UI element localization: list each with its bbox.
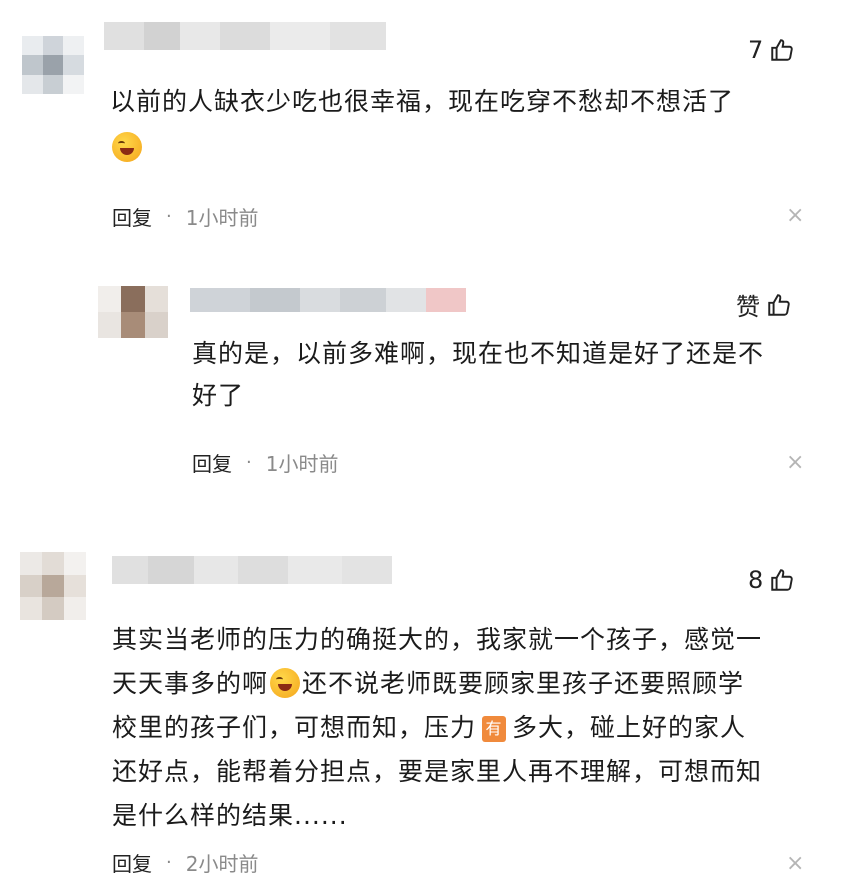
username-blurred[interactable]: [112, 556, 392, 584]
emoji-badge: 有: [482, 716, 507, 742]
like-count-value: 8: [748, 566, 764, 594]
close-icon[interactable]: ×: [786, 203, 804, 228]
reply-text: 真的是，以前多难啊，现在也不知道是好了还是不 好了: [192, 339, 765, 410]
reply-button[interactable]: 回复: [192, 448, 232, 477]
reply-username-blurred[interactable]: [190, 288, 466, 312]
username-blurred[interactable]: [104, 22, 386, 50]
like-label: 赞: [736, 293, 760, 321]
avatar[interactable]: [22, 36, 84, 94]
comment-text: 以前的人缺衣少吃也很幸福，现在吃穿不愁却不想活了: [110, 87, 735, 116]
like-count[interactable]: 7: [748, 36, 795, 64]
laughing-emoji-icon: [110, 132, 144, 162]
timestamp: 1小时前: [185, 206, 259, 230]
timestamp: 2小时前: [185, 852, 259, 876]
separator-dot: ·: [166, 852, 172, 873]
thumbs-up-icon[interactable]: [769, 567, 795, 593]
timestamp: 1小时前: [265, 452, 339, 476]
avatar[interactable]: [20, 552, 86, 620]
comment-meta: 回复 · 1小时前: [112, 202, 258, 231]
comment-text: 其实当老师的压力的确挺大的，我家就一个孩子，感觉一 天天事多的啊 还不说老师既要顾…: [112, 625, 763, 830]
thumbs-up-icon[interactable]: [769, 37, 795, 63]
close-icon[interactable]: ×: [786, 851, 804, 876]
close-icon[interactable]: ×: [786, 450, 804, 475]
like-count[interactable]: 8: [748, 566, 795, 594]
comment-meta: 回复 · 2小时前: [112, 848, 258, 877]
laughing-emoji-icon: [270, 668, 301, 698]
separator-dot: ·: [166, 206, 172, 227]
reply-like[interactable]: 赞: [736, 287, 792, 322]
reply-button[interactable]: 回复: [112, 202, 152, 231]
thumbs-up-icon[interactable]: [766, 292, 792, 318]
reply-avatar[interactable]: [98, 286, 168, 338]
separator-dot: ·: [246, 452, 252, 473]
reply-meta: 回复 · 1小时前: [192, 448, 338, 477]
like-count-value: 7: [748, 36, 764, 64]
reply-button[interactable]: 回复: [112, 848, 152, 877]
